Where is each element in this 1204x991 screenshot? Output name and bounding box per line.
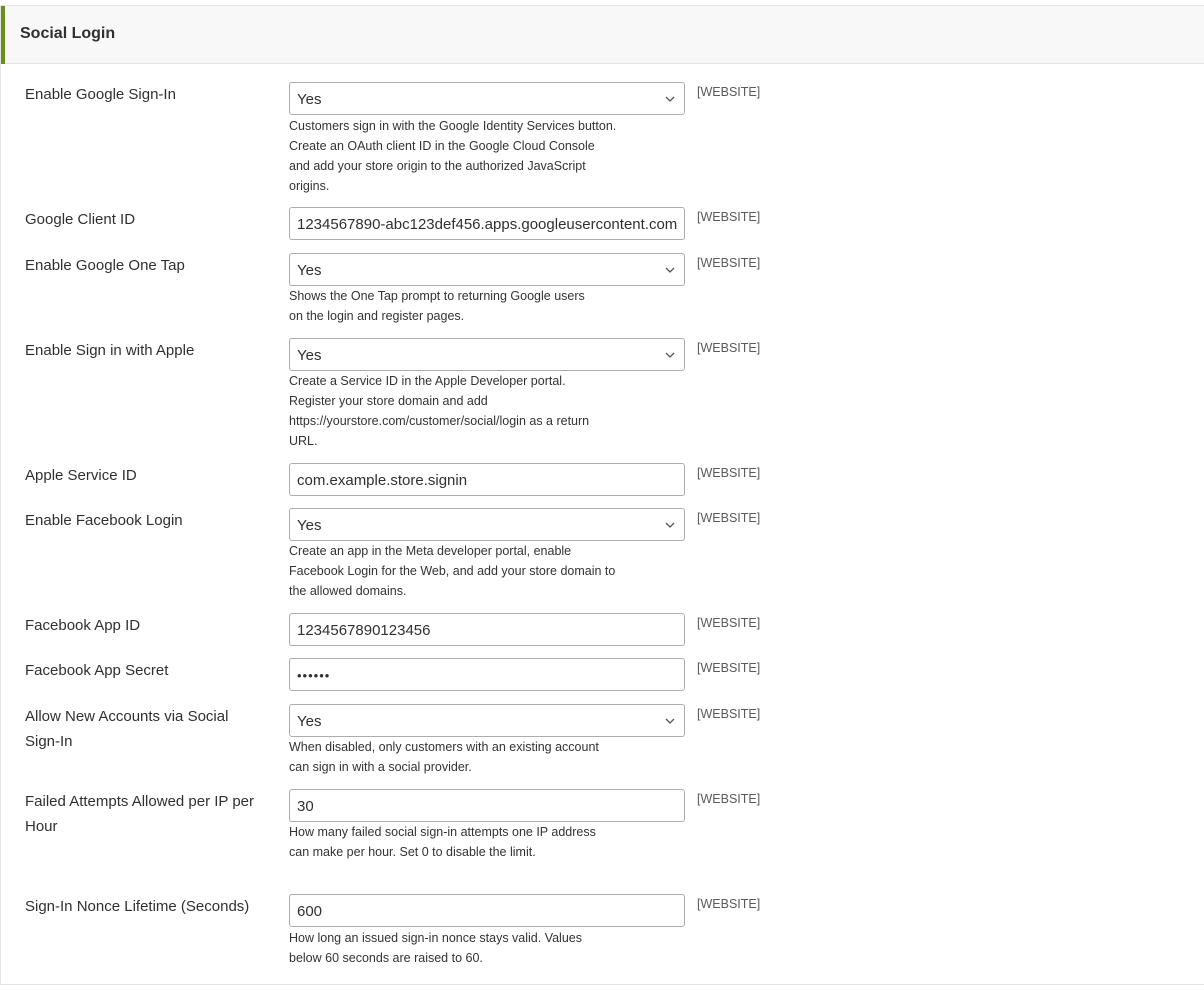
scope-label: [WEBSITE] — [697, 897, 761, 911]
failed-attempts-input[interactable]: 30 — [289, 789, 685, 822]
enable-google-note: Customers sign in with the Google Identi… — [289, 119, 617, 193]
header-accent-bar — [1, 6, 5, 64]
failed-attempts-value: 30 — [297, 798, 314, 815]
scope-label: [WEBSITE] — [697, 616, 761, 630]
enable-facebook-select[interactable]: Yes — [289, 508, 685, 541]
enable-facebook-value: Yes — [297, 517, 322, 534]
facebook-app-id-value: 1234567890123456 — [297, 622, 431, 639]
scope-label: [WEBSITE] — [697, 341, 761, 355]
apple-service-id-value: com.example.store.signin — [297, 472, 468, 489]
enable-google-value: Yes — [297, 91, 322, 108]
enable-apple-value: Yes — [297, 347, 322, 364]
allow-new-accounts-note: When disabled, only customers with an ex… — [289, 740, 599, 774]
apple-service-id-input[interactable]: com.example.store.signin — [289, 463, 685, 496]
facebook-app-secret-input[interactable]: •••••• — [289, 658, 685, 691]
enable-one-tap-note: Shows the One Tap prompt to returning Go… — [289, 289, 585, 323]
chevron-down-icon — [665, 718, 675, 724]
failed-attempts-note: How many failed social sign-in attempts … — [289, 825, 596, 859]
chevron-down-icon — [665, 522, 675, 528]
enable-apple-select[interactable]: Yes — [289, 338, 685, 371]
enable-one-tap-label: Enable Google One Tap — [25, 257, 185, 274]
scope-label: [WEBSITE] — [697, 210, 761, 224]
scope-label: [WEBSITE] — [697, 707, 761, 721]
enable-facebook-note: Create an app in the Meta developer port… — [289, 544, 616, 598]
scope-label: [WEBSITE] — [697, 792, 761, 806]
apple-service-id-label: Apple Service ID — [25, 467, 137, 484]
google-client-id-value: 1234567890-abc123def456.apps.googleuserc… — [297, 216, 678, 233]
scope-label: [WEBSITE] — [697, 256, 761, 270]
facebook-app-id-label: Facebook App ID — [25, 617, 141, 634]
google-client-id-label: Google Client ID — [25, 211, 136, 228]
scope-label: [WEBSITE] — [697, 661, 761, 675]
enable-one-tap-select[interactable]: Yes — [289, 253, 685, 286]
scope-label: [WEBSITE] — [697, 466, 761, 480]
section-header[interactable]: Social Login — [1, 6, 1204, 64]
scope-label: [WEBSITE] — [697, 511, 761, 525]
facebook-app-id-input[interactable]: 1234567890123456 — [289, 613, 685, 646]
nonce-lifetime-input[interactable]: 600 — [289, 894, 685, 927]
enable-apple-label: Enable Sign in with Apple — [25, 342, 195, 359]
allow-new-accounts-value: Yes — [297, 713, 322, 730]
enable-google-select[interactable]: Yes — [289, 82, 685, 115]
facebook-app-secret-value: •••••• — [297, 668, 331, 683]
enable-apple-note: Create a Service ID in the Apple Develop… — [289, 374, 590, 448]
allow-new-accounts-select[interactable]: Yes — [289, 704, 685, 737]
failed-attempts-label: Failed Attempts Allowed per IP per Hour — [25, 793, 255, 835]
enable-facebook-label: Enable Facebook Login — [25, 512, 183, 529]
chevron-down-icon — [665, 352, 675, 358]
chevron-down-icon — [665, 96, 675, 102]
scope-label: [WEBSITE] — [697, 85, 761, 99]
allow-new-accounts-label: Allow New Accounts via Social Sign-In — [25, 708, 229, 750]
chevron-down-icon — [665, 267, 675, 273]
facebook-app-secret-label: Facebook App Secret — [25, 662, 169, 679]
nonce-lifetime-value: 600 — [297, 903, 323, 920]
section-title: Social Login — [20, 25, 116, 42]
nonce-lifetime-label: Sign-In Nonce Lifetime (Seconds) — [25, 898, 250, 915]
google-client-id-input[interactable]: 1234567890-abc123def456.apps.googleuserc… — [289, 207, 685, 240]
enable-one-tap-value: Yes — [297, 262, 322, 279]
enable-google-label: Enable Google Sign-In — [25, 86, 176, 103]
nonce-lifetime-note: How long an issued sign-in nonce stays v… — [289, 931, 582, 965]
